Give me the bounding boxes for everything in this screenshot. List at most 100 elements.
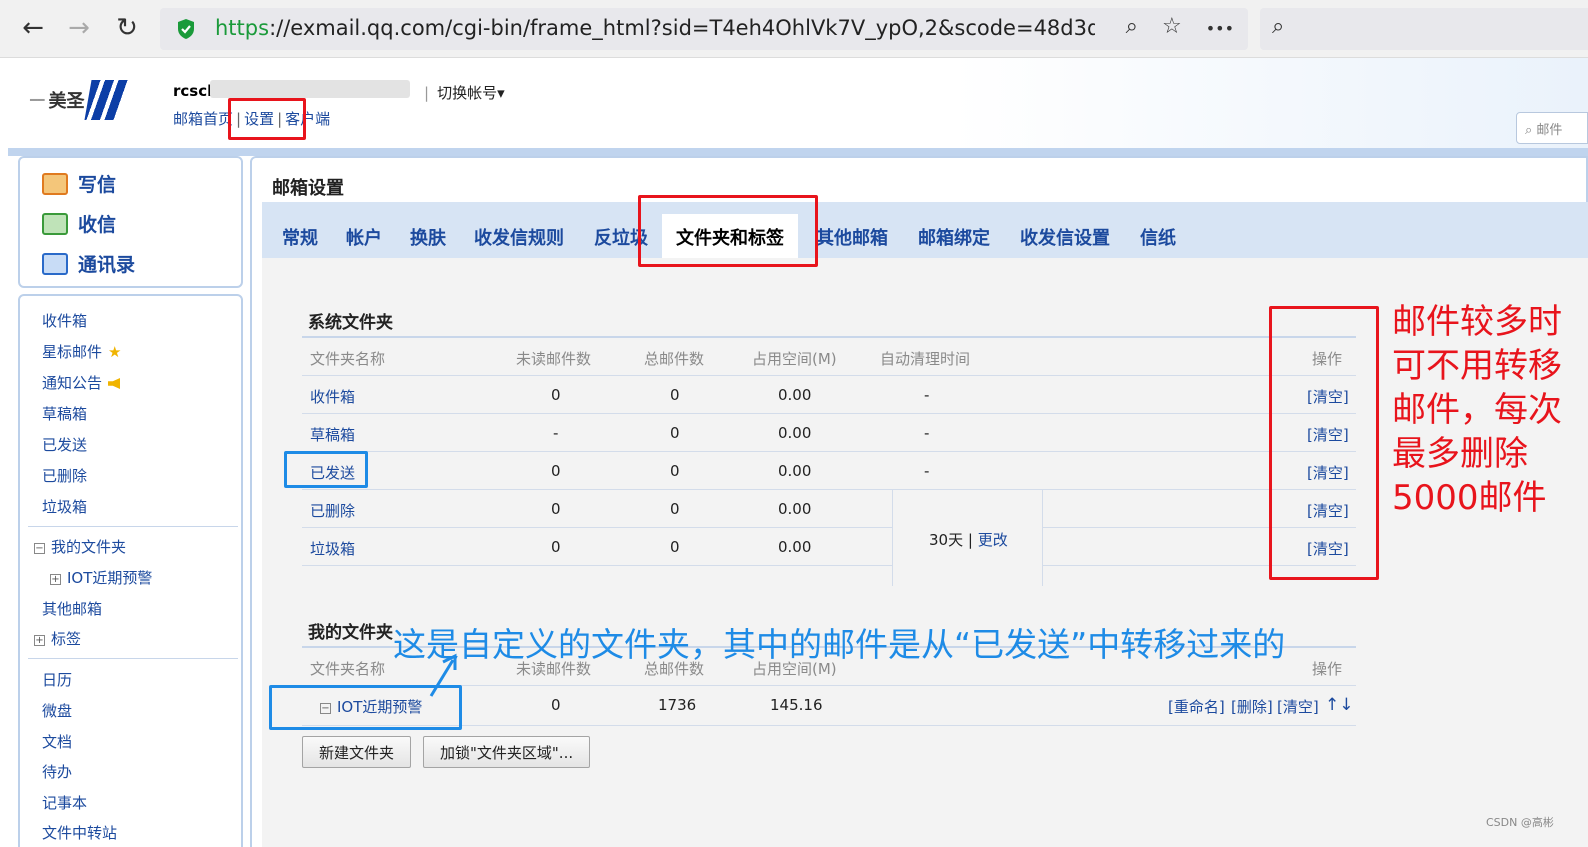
receive-button[interactable]: 收信 xyxy=(42,210,116,237)
unread-count: 0 xyxy=(551,696,561,714)
sidebar-item-todo[interactable]: 待办 xyxy=(42,761,72,782)
folder-name[interactable]: 收件箱 xyxy=(310,386,355,407)
account-name: rcscl xyxy=(173,82,213,100)
link-mail-home[interactable]: 邮箱首页 xyxy=(173,110,233,128)
sidebar-item-file-transfer[interactable]: 文件中转站 xyxy=(42,822,117,843)
browser-search-box[interactable]: ⌕ xyxy=(1260,8,1588,50)
sidebar-item-disk[interactable]: 微盘 xyxy=(42,700,72,721)
zoom-icon[interactable]: ⌕ xyxy=(1126,14,1138,44)
tab-account[interactable]: 帐户 xyxy=(346,224,382,250)
switch-account-label[interactable]: 切换帐号▾ xyxy=(437,84,505,102)
merge-anchor: 30天 | 更改 xyxy=(302,490,1356,586)
compose-icon xyxy=(42,172,68,195)
tab-mail-settings[interactable]: 收发信设置 xyxy=(1020,224,1110,250)
folder-name[interactable]: 垃圾箱 xyxy=(310,538,355,559)
clear-link[interactable]: [清空] xyxy=(1277,696,1319,717)
table-row: 已删除 0 0 0.00 [清空] xyxy=(302,490,1356,528)
compose-label: 写信 xyxy=(78,174,117,196)
auto-clean-days-value: 30天 xyxy=(929,531,964,549)
sidebar-item-other-mailbox[interactable]: 其他邮箱 xyxy=(42,598,102,619)
tab-stationery[interactable]: 信纸 xyxy=(1140,224,1176,250)
company-logo: ━━ 美圣 xyxy=(30,80,130,120)
sidebar-item-my-folders[interactable]: − 我的文件夹 xyxy=(34,536,126,557)
sidebar-item-tags[interactable]: + 标签 xyxy=(34,628,81,649)
sidebar-item-starred[interactable]: 星标邮件 ★ xyxy=(42,341,121,362)
sidebar-item-iot-folder-label: IOT近期预警 xyxy=(67,569,153,587)
tab-skin[interactable]: 换肤 xyxy=(410,224,446,250)
sidebar-item-spam[interactable]: 垃圾箱 xyxy=(42,496,87,517)
total-count: 0 xyxy=(670,500,680,518)
address-bar[interactable]: https://exmail.qq.com/cgi-bin/frame_html… xyxy=(160,8,1248,50)
col-auto-clean: 自动清理时间 xyxy=(880,350,971,368)
move-order-arrows[interactable]: ↑↓ xyxy=(1325,695,1354,715)
sidebar-item-docs[interactable]: 文档 xyxy=(42,731,72,752)
delete-link[interactable]: [删除] xyxy=(1231,696,1273,717)
tab-other-mailbox[interactable]: 其他邮箱 xyxy=(816,224,888,250)
logo-mark-icon xyxy=(84,80,130,120)
page-title: 邮箱设置 xyxy=(272,178,344,199)
size-value: 0.00 xyxy=(778,538,812,556)
settings-panel: 邮箱设置 常规 帐户 换肤 收发信规则 反垃圾 文件夹和标签 其他邮箱 邮箱绑定… xyxy=(250,156,1588,847)
sidebar-item-drafts[interactable]: 草稿箱 xyxy=(42,403,87,424)
table-row: 已发送 0 0 0.00 - [清空] xyxy=(302,452,1356,490)
contacts-button[interactable]: 通讯录 xyxy=(42,250,135,277)
redacted-account-domain xyxy=(210,80,410,98)
new-folder-button[interactable]: 新建文件夹 xyxy=(302,736,412,768)
url-text[interactable]: https://exmail.qq.com/cgi-bin/frame_html… xyxy=(215,16,1095,40)
forward-button[interactable]: → xyxy=(64,13,94,43)
auto-clean-value: - xyxy=(924,386,930,404)
url-rest: ://exmail.qq.com/cgi-bin/frame_html?sid=… xyxy=(269,16,1095,40)
settings-tabs: 常规 帐户 换肤 收发信规则 反垃圾 文件夹和标签 其他邮箱 邮箱绑定 收发信设… xyxy=(262,202,1588,262)
sidebar-item-iot-folder[interactable]: + IOT近期预警 xyxy=(50,567,152,588)
rename-link[interactable]: [重命名] xyxy=(1168,696,1225,717)
more-menu-icon[interactable]: ••• xyxy=(1206,14,1234,44)
auto-clean-value: - xyxy=(924,462,930,480)
mail-search-input[interactable]: ⌕ 邮件 xyxy=(1516,112,1588,144)
annotation-blue-note: 这是自定义的文件夹，其中的邮件是从“已发送”中转移过来的 xyxy=(393,625,1286,664)
search-icon: ⌕ xyxy=(1272,14,1285,39)
sidebar-item-my-folders-label: 我的文件夹 xyxy=(51,538,127,556)
tab-general[interactable]: 常规 xyxy=(282,224,318,250)
folder-name[interactable]: 草稿箱 xyxy=(310,424,355,445)
lock-folders-button[interactable]: 加锁"文件夹区域"... xyxy=(423,736,591,768)
star-icon: ★ xyxy=(108,343,122,361)
sidebar-item-sent[interactable]: 已发送 xyxy=(42,434,87,455)
table-row: 垃圾箱 0 0 0.00 [清空] xyxy=(302,528,1356,566)
compose-button[interactable]: 写信 xyxy=(42,170,116,197)
sidebar-item-deleted[interactable]: 已删除 xyxy=(42,465,87,486)
total-count: 0 xyxy=(670,462,680,480)
switch-account[interactable]: | 切换帐号▾ xyxy=(424,82,505,103)
sidebar-item-inbox[interactable]: 收件箱 xyxy=(42,310,87,331)
collapse-icon[interactable]: − xyxy=(34,543,45,554)
secure-shield-icon xyxy=(178,19,194,39)
unread-count: 0 xyxy=(551,538,561,556)
annotation-blue-box-sent xyxy=(284,451,368,488)
annotation-red-box-tab xyxy=(638,195,818,267)
sidebar-folder-list: 收件箱 星标邮件 ★ 通知公告 草稿箱 已发送 已删除 垃圾箱 − 我的文件夹 + I… xyxy=(18,294,243,847)
col-actions: 操作 xyxy=(1312,660,1343,678)
change-auto-clean-link[interactable]: 更改 xyxy=(978,531,1008,549)
tab-mail-rules[interactable]: 收发信规则 xyxy=(474,224,564,250)
sidebar-item-notices[interactable]: 通知公告 xyxy=(42,372,121,393)
settings-content: 系统文件夹 文件夹名称 未读邮件数 总邮件数 占用空间(M) 自动清理时间 操作… xyxy=(262,258,1588,847)
expand-icon[interactable]: + xyxy=(50,574,61,585)
folder-name[interactable]: 已删除 xyxy=(310,500,355,521)
inbox-download-icon xyxy=(42,212,68,235)
sidebar-item-calendar[interactable]: 日历 xyxy=(42,669,72,690)
sidebar-item-notes[interactable]: 记事本 xyxy=(42,792,87,813)
contacts-label: 通讯录 xyxy=(78,254,136,276)
table-row: 草稿箱 - 0 0.00 - [清空] xyxy=(302,414,1356,452)
expand-icon[interactable]: + xyxy=(34,635,45,646)
sidebar-primary-actions: 写信 收信 通讯录 xyxy=(18,156,243,288)
back-button[interactable]: ← xyxy=(18,13,48,43)
bookmark-star-icon[interactable]: ☆ xyxy=(1162,14,1182,44)
sidebar-item-notices-label: 通知公告 xyxy=(42,374,103,392)
reload-button[interactable]: ↻ xyxy=(112,13,142,43)
tab-mailbox-binding[interactable]: 邮箱绑定 xyxy=(918,224,990,250)
col-size: 占用空间(M) xyxy=(752,350,837,368)
size-value: 0.00 xyxy=(778,386,812,404)
system-folders-title: 系统文件夹 xyxy=(308,313,393,333)
col-folder-name: 文件夹名称 xyxy=(310,660,386,678)
url-scheme: https xyxy=(215,16,270,40)
speaker-icon xyxy=(108,378,121,389)
